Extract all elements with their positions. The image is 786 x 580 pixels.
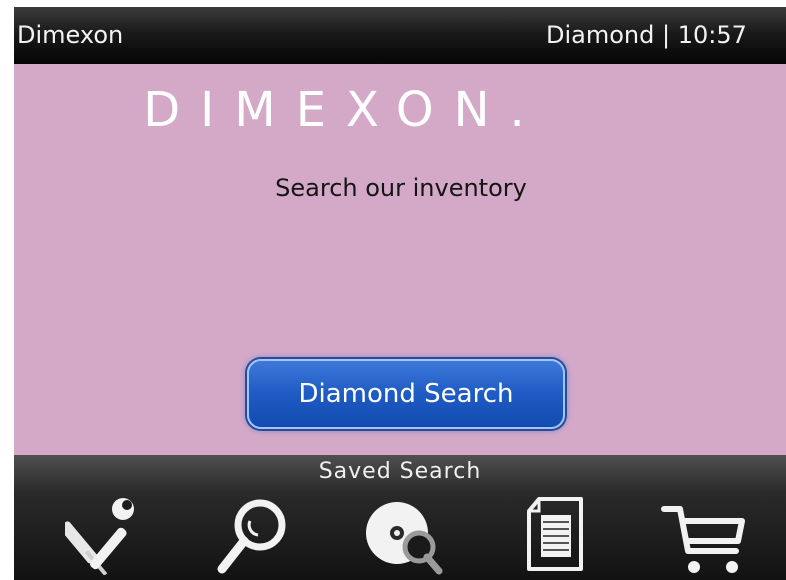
toolbar-cart-button[interactable] (656, 495, 756, 580)
search-icon (217, 499, 286, 574)
document-icon (527, 497, 583, 571)
status-text: Diamond | 10:57 (546, 21, 747, 49)
app-title: Dimexon (17, 21, 124, 49)
tagline: Search our inventory (275, 174, 527, 202)
app-window: Dimexon Diamond | 10:57 DIMEXON. Search … (14, 7, 786, 580)
cart-icon (661, 506, 745, 573)
main-content: DIMEXON. Search our inventory Diamond Se… (14, 64, 786, 455)
status-bar: Dimexon Diamond | 10:57 (14, 7, 786, 64)
toolbar-search-button[interactable] (204, 495, 304, 580)
toolbar-diamond-search-button[interactable] (354, 495, 454, 580)
brand-logo: DIMEXON. (143, 82, 545, 138)
bottom-toolbar: Saved Search (14, 455, 786, 580)
tools-icon (65, 498, 134, 575)
toolbar-document-button[interactable] (506, 495, 606, 580)
diamond-search-icon (366, 502, 443, 575)
diamond-search-button[interactable]: Diamond Search (247, 359, 565, 429)
toolbar-tools-button[interactable] (50, 495, 150, 580)
toolbar-focus-label: Saved Search (318, 459, 482, 484)
